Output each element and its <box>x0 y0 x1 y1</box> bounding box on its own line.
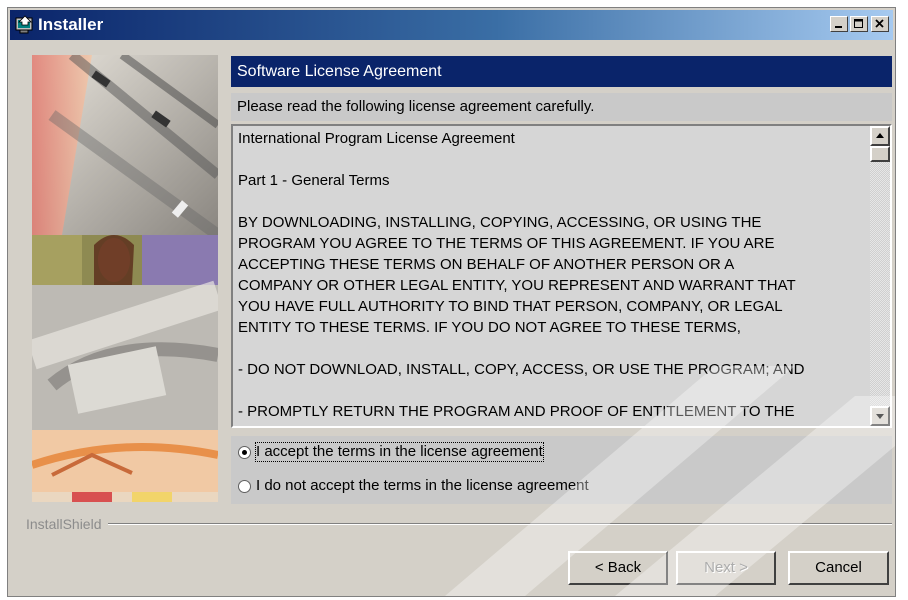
license-text-area[interactable]: International Program License Agreement … <box>231 124 892 428</box>
cancel-button[interactable]: Cancel <box>788 551 889 585</box>
minimize-icon <box>835 26 842 28</box>
decline-radio[interactable] <box>238 480 251 493</box>
maximize-button[interactable] <box>850 16 868 32</box>
close-button[interactable] <box>871 16 889 32</box>
accept-option[interactable]: I accept the terms in the license agreem… <box>231 436 892 470</box>
license-text: International Program License Agreement … <box>238 128 868 426</box>
next-button[interactable]: Next > <box>676 551 776 585</box>
section-title: Software License Agreement <box>231 56 892 87</box>
maximize-icon <box>854 19 863 28</box>
instruction-text: Please read the following license agreem… <box>231 93 892 121</box>
branding-divider <box>26 523 892 525</box>
installer-window: Installer Software License Agreement Ple… <box>7 7 896 597</box>
arrow-down-icon <box>876 414 884 419</box>
decline-label[interactable]: I do not accept the terms in the license… <box>256 477 589 495</box>
scroll-down-button[interactable] <box>870 406 890 426</box>
title-bar[interactable]: Installer <box>10 10 893 40</box>
arrow-up-icon <box>876 133 884 138</box>
license-paragraph: International Program License Agreement <box>238 130 515 147</box>
license-paragraph: - DO NOT DOWNLOAD, INSTALL, COPY, ACCESS… <box>238 361 805 378</box>
accept-label[interactable]: I accept the terms in the license agreem… <box>255 442 544 462</box>
license-paragraph: Part 1 - General Terms <box>238 172 390 189</box>
vertical-scrollbar[interactable] <box>870 126 890 426</box>
installer-icon <box>15 15 35 35</box>
decline-option[interactable]: I do not accept the terms in the license… <box>231 470 892 504</box>
scroll-up-button[interactable] <box>870 126 890 146</box>
decorative-side-image <box>32 55 218 502</box>
accept-radio[interactable] <box>238 446 251 459</box>
close-icon <box>875 19 884 28</box>
minimize-button[interactable] <box>830 16 848 32</box>
scroll-thumb[interactable] <box>870 146 890 162</box>
back-button[interactable]: < Back <box>568 551 668 585</box>
license-paragraph: BY DOWNLOADING, INSTALLING, COPYING, ACC… <box>238 214 796 336</box>
branding-label: InstallShield <box>26 516 108 532</box>
license-paragraph: - PROMPTLY RETURN THE PROGRAM AND PROOF … <box>238 403 795 420</box>
window-title: Installer <box>38 15 104 34</box>
radio-selected-dot <box>242 450 247 455</box>
